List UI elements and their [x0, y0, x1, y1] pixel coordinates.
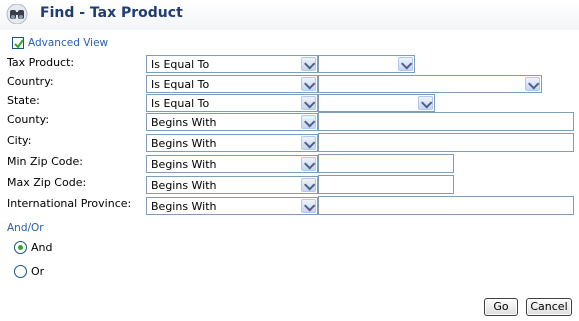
advanced-view-label[interactable]: Advanced View: [28, 37, 108, 49]
international-province-input[interactable]: [318, 196, 574, 215]
chevron-down-icon[interactable]: [301, 157, 316, 171]
max-zip-operator-value: Begins With: [151, 179, 217, 192]
state-label: State:: [7, 94, 40, 107]
city-operator-value: Begins With: [151, 137, 217, 150]
international-province-operator-select[interactable]: Begins With: [146, 197, 318, 215]
chevron-down-icon[interactable]: [398, 57, 413, 71]
chevron-down-icon[interactable]: [301, 115, 316, 129]
min-zip-label: Min Zip Code:: [7, 155, 83, 168]
header-bar: Find - Tax Product: [0, 0, 579, 30]
advanced-view-checkbox[interactable]: [12, 37, 24, 49]
state-operator-value: Is Equal To: [151, 97, 210, 110]
country-value-select[interactable]: [318, 75, 542, 93]
tax-product-operator-value: Is Equal To: [151, 58, 210, 71]
radio-or-button[interactable]: [14, 265, 27, 278]
city-operator-select[interactable]: Begins With: [146, 134, 318, 152]
radio-and-button[interactable]: [14, 241, 27, 254]
country-operator-value: Is Equal To: [151, 78, 210, 91]
state-value-select[interactable]: [318, 94, 435, 112]
chevron-down-icon[interactable]: [525, 77, 540, 91]
checkmark-icon: [14, 39, 24, 49]
max-zip-operator-select[interactable]: Begins With: [146, 176, 318, 194]
chevron-down-icon[interactable]: [418, 96, 433, 110]
chevron-down-icon[interactable]: [301, 136, 316, 150]
min-zip-operator-value: Begins With: [151, 158, 217, 171]
max-zip-label: Max Zip Code:: [7, 176, 87, 189]
county-operator-value: Begins With: [151, 116, 217, 129]
state-operator-select[interactable]: Is Equal To: [146, 94, 318, 112]
radio-or-label[interactable]: Or: [31, 265, 44, 278]
county-label: County:: [7, 113, 50, 126]
chevron-down-icon[interactable]: [301, 96, 316, 110]
page-title: Find - Tax Product: [40, 5, 183, 21]
radio-or[interactable]: Or: [14, 265, 44, 278]
county-operator-select[interactable]: Begins With: [146, 113, 318, 131]
tax-product-value-select[interactable]: [318, 55, 415, 73]
country-operator-select[interactable]: Is Equal To: [146, 75, 318, 93]
advanced-view-toggle[interactable]: Advanced View: [12, 36, 108, 50]
binoculars-icon: [6, 3, 28, 25]
tax-product-label: Tax Product:: [7, 56, 75, 69]
min-zip-operator-select[interactable]: Begins With: [146, 155, 318, 173]
andor-label: And/Or: [7, 222, 44, 234]
go-button[interactable]: Go: [484, 298, 518, 316]
chevron-down-icon[interactable]: [301, 77, 316, 91]
country-label: Country:: [7, 75, 54, 88]
county-input[interactable]: [318, 112, 574, 131]
international-province-label: International Province:: [7, 197, 132, 210]
chevron-down-icon[interactable]: [301, 178, 316, 192]
radio-and-label[interactable]: And: [31, 241, 52, 254]
min-zip-input[interactable]: [318, 154, 454, 173]
international-province-operator-value: Begins With: [151, 200, 217, 213]
city-input[interactable]: [318, 133, 574, 152]
cancel-button[interactable]: Cancel: [526, 298, 572, 316]
city-label: City:: [7, 134, 32, 147]
chevron-down-icon[interactable]: [301, 57, 316, 71]
tax-product-operator-select[interactable]: Is Equal To: [146, 55, 318, 73]
radio-and[interactable]: And: [14, 241, 52, 254]
chevron-down-icon[interactable]: [301, 199, 316, 213]
max-zip-input[interactable]: [318, 175, 454, 194]
